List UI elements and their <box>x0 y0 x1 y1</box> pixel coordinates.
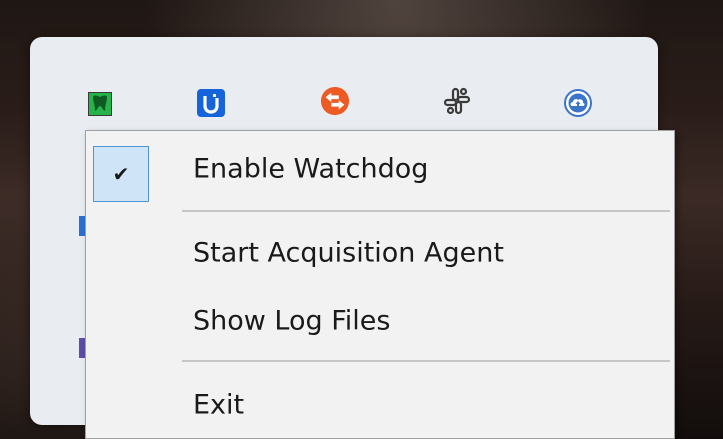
menu-item-enable-watchdog[interactable]: ✔ Enable Watchdog <box>86 141 674 202</box>
menu-item-show-log-files[interactable]: Show Log Files <box>86 293 674 349</box>
menu-item-start-acquisition-agent[interactable]: Start Acquisition Agent <box>86 225 674 281</box>
watchdog-tooth-icon[interactable] <box>85 89 115 119</box>
menu-item-label: Start Acquisition Agent <box>193 237 504 269</box>
menu-item-exit[interactable]: Exit <box>86 377 674 433</box>
checkmark-icon: ✔ <box>112 162 130 186</box>
slack-icon-graphic <box>443 87 471 115</box>
menu-item-label: Show Log Files <box>193 305 391 337</box>
transfer-arrows-icon-graphic <box>320 86 350 116</box>
transfer-arrows-icon[interactable] <box>320 86 350 116</box>
menu-separator <box>182 360 670 362</box>
ubiquiti-icon[interactable] <box>196 88 226 118</box>
cloud-upload-icon-graphic <box>564 89 592 117</box>
ubiquiti-icon-graphic <box>197 89 225 117</box>
slack-icon[interactable] <box>442 86 472 116</box>
cloud-upload-icon[interactable] <box>563 88 593 118</box>
menu-item-label: Exit <box>193 389 245 421</box>
menu-item-label: Enable Watchdog <box>193 153 429 185</box>
tray-context-menu: ✔ Enable Watchdog Start Acquisition Agen… <box>85 130 675 439</box>
watchdog-tooth-icon-graphic <box>88 92 112 116</box>
menu-separator <box>182 210 670 212</box>
checked-indicator: ✔ <box>93 146 149 202</box>
